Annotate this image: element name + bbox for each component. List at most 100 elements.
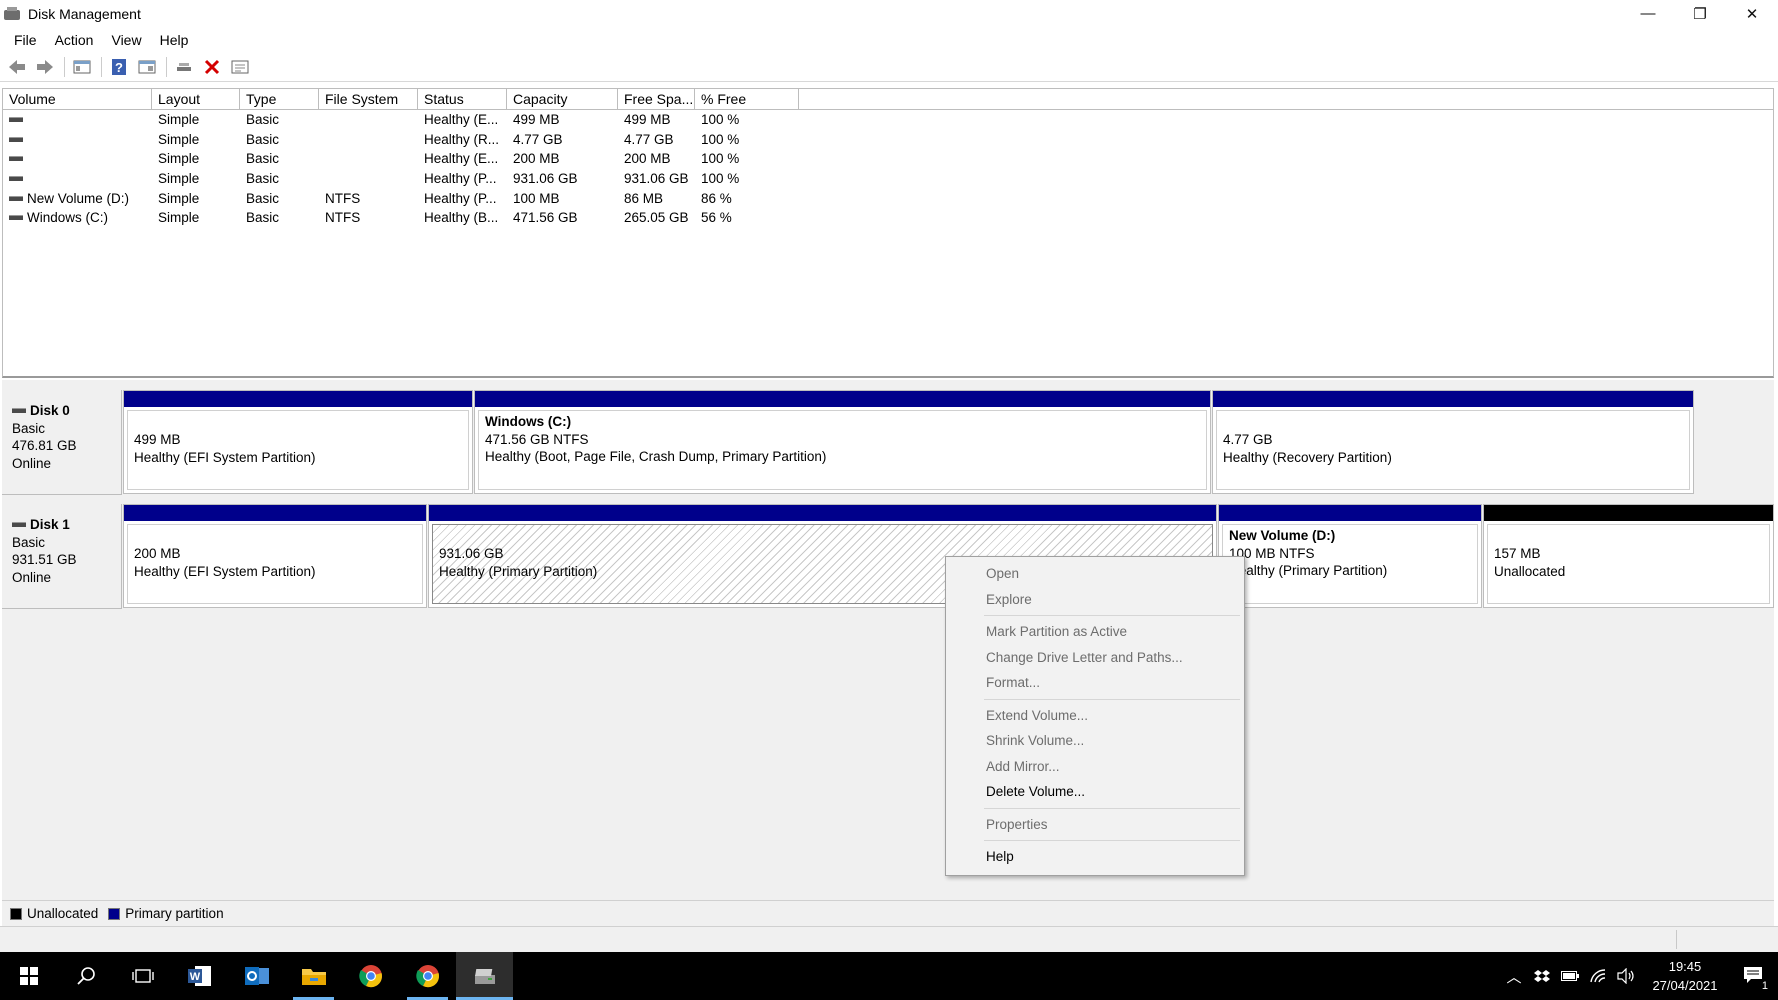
menu-item-add-mirror[interactable]: Add Mirror... <box>948 754 1242 780</box>
column-type[interactable]: Type <box>240 89 319 109</box>
help-button[interactable]: ? <box>108 56 130 78</box>
disk-1-label[interactable]: Disk 1 Basic 931.51 GB Online <box>2 504 122 609</box>
minimize-button[interactable]: — <box>1622 0 1674 27</box>
menu-item-explore[interactable]: Explore <box>948 587 1242 613</box>
chrome-icon <box>358 965 382 988</box>
chrome-button[interactable] <box>399 952 456 1000</box>
start-button[interactable] <box>0 952 57 1000</box>
close-button[interactable]: ✕ <box>1726 0 1778 27</box>
outlook-button[interactable] <box>228 952 285 1000</box>
menu-item-shrink-volume[interactable]: Shrink Volume... <box>948 728 1242 754</box>
partition-efi[interactable]: 499 MB Healthy (EFI System Partition) <box>123 390 473 494</box>
partition-recovery[interactable]: 4.77 GB Healthy (Recovery Partition) <box>1212 390 1694 494</box>
partition-size: 499 MB <box>134 432 181 447</box>
volume-file-system: NTFS <box>325 210 361 226</box>
connect-button[interactable] <box>173 56 195 78</box>
disk-0-label[interactable]: Disk 0 Basic 476.81 GB Online <box>2 390 122 495</box>
delete-button[interactable] <box>201 56 223 78</box>
volume-row[interactable]: Simple Basic Healthy (E... 200 MB 200 MB… <box>3 149 1773 169</box>
volume-list[interactable]: Volume Layout Type File System Status Ca… <box>2 88 1774 378</box>
menu-item-delete-volume[interactable]: Delete Volume... <box>948 779 1242 805</box>
word-button[interactable]: W <box>171 952 228 1000</box>
menu-separator <box>984 807 1240 809</box>
column-file-system[interactable]: File System <box>319 89 418 109</box>
menu-item-properties[interactable]: Properties <box>948 812 1242 838</box>
partition-unallocated[interactable]: 157 MB Unallocated <box>1483 504 1774 608</box>
action-center-button[interactable]: 1 <box>1730 952 1778 1000</box>
taskbar: W ︿ 19:45 27/04/2021 1 <box>0 952 1778 1000</box>
menu-action[interactable]: Action <box>47 32 102 48</box>
partition-efi[interactable]: 200 MB Healthy (EFI System Partition) <box>123 504 427 608</box>
column-status[interactable]: Status <box>418 89 507 109</box>
disk-management-taskbar-button[interactable] <box>456 952 513 1000</box>
task-view-button[interactable] <box>114 952 171 1000</box>
search-button[interactable] <box>57 952 114 1000</box>
properties-button[interactable] <box>136 56 158 78</box>
partition-new-volume-d[interactable]: New Volume (D:) 100 MB NTFS Healthy (Pri… <box>1218 504 1482 608</box>
console-tree-icon <box>73 60 91 73</box>
volume-layout: Simple <box>158 131 200 147</box>
disk-name: Disk 0 <box>30 403 70 418</box>
volume-tray-button[interactable] <box>1612 952 1640 1000</box>
menu-item-open[interactable]: Open <box>948 561 1242 587</box>
file-explorer-button[interactable] <box>285 952 342 1000</box>
system-tray: ︿ 19:45 27/04/2021 1 <box>1500 952 1778 1000</box>
dropbox-tray-button[interactable] <box>1528 952 1556 1000</box>
battery-tray-button[interactable] <box>1556 952 1584 1000</box>
partition-status: Healthy (EFI System Partition) <box>134 449 316 465</box>
volume-capacity: 471.56 GB <box>513 210 578 226</box>
disk-management-icon <box>474 969 495 984</box>
column-volume[interactable]: Volume <box>3 89 152 109</box>
back-button[interactable] <box>6 56 28 78</box>
menu-item-change-drive-letter[interactable]: Change Drive Letter and Paths... <box>948 645 1242 671</box>
volume-row[interactable]: Simple Basic Healthy (P... 931.06 GB 931… <box>3 169 1773 189</box>
disk-size: 476.81 GB <box>12 438 77 453</box>
column-free-space[interactable]: Free Spa... <box>618 89 695 109</box>
clock-date: 27/04/2021 <box>1652 978 1718 993</box>
volume-row[interactable]: New Volume (D:) Simple Basic NTFS Health… <box>3 188 1773 208</box>
column-layout[interactable]: Layout <box>152 89 240 109</box>
forward-button[interactable] <box>34 56 56 78</box>
help-icon: ? <box>112 58 126 75</box>
volume-file-system: NTFS <box>325 190 361 206</box>
menu-item-extend-volume[interactable]: Extend Volume... <box>948 703 1242 729</box>
partition-size: 100 MB NTFS <box>1229 545 1315 561</box>
volume-row[interactable]: Simple Basic Healthy (R... 4.77 GB 4.77 … <box>3 130 1773 150</box>
details-button[interactable] <box>229 56 251 78</box>
menu-separator <box>984 698 1240 700</box>
restore-icon: ❐ <box>1693 5 1707 23</box>
volume-row[interactable]: Windows (C:) Simple Basic NTFS Healthy (… <box>3 208 1773 228</box>
disk-management-icon <box>4 6 20 21</box>
clock[interactable]: 19:45 27/04/2021 <box>1640 957 1730 995</box>
wifi-tray-button[interactable] <box>1584 952 1612 1000</box>
search-icon <box>76 967 95 985</box>
status-bar <box>0 926 1778 952</box>
menu-item-mark-active[interactable]: Mark Partition as Active <box>948 619 1242 645</box>
restore-button[interactable]: ❐ <box>1674 0 1726 27</box>
menu-item-format[interactable]: Format... <box>948 670 1242 696</box>
disk-icon <box>12 408 26 414</box>
disk-state: Online <box>12 455 52 471</box>
console-tree-button[interactable] <box>71 56 93 78</box>
menu-help[interactable]: Help <box>152 32 197 48</box>
column-capacity[interactable]: Capacity <box>507 89 618 109</box>
column-percent-free[interactable]: % Free <box>695 89 799 109</box>
clock-time: 19:45 <box>1668 959 1702 974</box>
forward-icon <box>37 59 53 74</box>
volume-icon <box>9 215 23 221</box>
menu-item-help[interactable]: Help <box>948 844 1242 870</box>
volume-free-space: 200 MB <box>624 151 671 167</box>
menu-file[interactable]: File <box>6 32 45 48</box>
partition-status: Healthy (EFI System Partition) <box>134 563 316 579</box>
volume-capacity: 4.77 GB <box>513 131 563 147</box>
volume-row[interactable]: Simple Basic Healthy (E... 499 MB 499 MB… <box>3 110 1773 130</box>
legend-primary-partition: Primary partition <box>108 906 224 921</box>
chrome-button[interactable] <box>342 952 399 1000</box>
partition-windows-c[interactable]: Windows (C:) 471.56 GB NTFS Healthy (Boo… <box>474 390 1211 494</box>
show-hidden-icons-button[interactable]: ︿ <box>1500 952 1528 1000</box>
volume-status: Healthy (E... <box>424 151 499 167</box>
disk-size: 931.51 GB <box>12 552 77 567</box>
volume-layout: Simple <box>158 112 200 128</box>
volume-layout: Simple <box>158 210 200 226</box>
menu-view[interactable]: View <box>103 32 149 48</box>
